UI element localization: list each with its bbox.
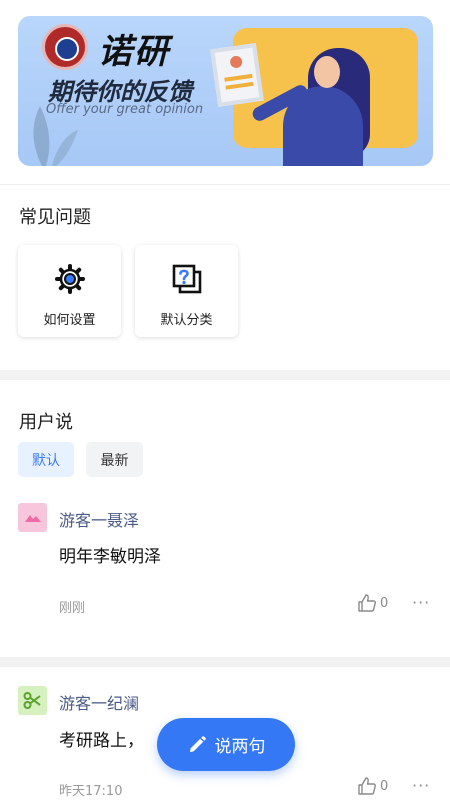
section-gap [0, 657, 450, 667]
filter-latest-chip[interactable]: 最新 [86, 442, 143, 477]
post-time: 昨天17:10 [59, 784, 123, 799]
divider [0, 184, 450, 185]
paper-illustration [210, 43, 264, 107]
section-gap [0, 370, 450, 380]
banner-subline: Offer your great opinion [46, 102, 204, 117]
like-count: 0 [380, 779, 389, 794]
post-time: 刚刚 [59, 601, 86, 616]
faq-label-default-category: 默认分类 [160, 313, 213, 328]
feedback-banner[interactable]: 诺研 期待你的反馈 Offer your great opinion [18, 16, 433, 166]
post-content: 考研路上， [59, 731, 144, 751]
write-comment-button[interactable]: 说两句 [157, 718, 295, 771]
gear-icon [54, 263, 86, 295]
user-says-title: 用户说 [19, 412, 73, 433]
faq-card-settings[interactable]: 如何设置 [18, 245, 121, 337]
post-content: 明年李敏明泽 [59, 547, 161, 567]
avatar[interactable] [18, 686, 47, 715]
filter-default-chip[interactable]: 默认 [18, 442, 74, 477]
thumbs-up-icon[interactable] [357, 776, 377, 796]
brand-name: 诺研 [98, 32, 170, 72]
scissors-icon [18, 692, 47, 719]
write-comment-label: 说两句 [214, 737, 266, 757]
pencil-icon [189, 735, 206, 752]
school-logo [42, 24, 88, 70]
help-document-icon [171, 263, 203, 295]
more-options-icon[interactable]: ··· [412, 776, 430, 795]
faq-label-settings: 如何设置 [43, 313, 96, 328]
post-author[interactable]: 游客一纪澜 [59, 690, 139, 714]
like-count: 0 [380, 596, 389, 611]
more-options-icon[interactable]: ··· [412, 593, 430, 612]
faq-card-default-category[interactable]: 默认分类 [135, 245, 238, 337]
avatar[interactable] [18, 503, 47, 532]
post-author[interactable]: 游客一聂泽 [59, 507, 139, 531]
thumbs-up-icon[interactable] [357, 593, 377, 613]
landscape-icon [18, 515, 47, 536]
faq-section-title: 常见问题 [19, 207, 91, 228]
